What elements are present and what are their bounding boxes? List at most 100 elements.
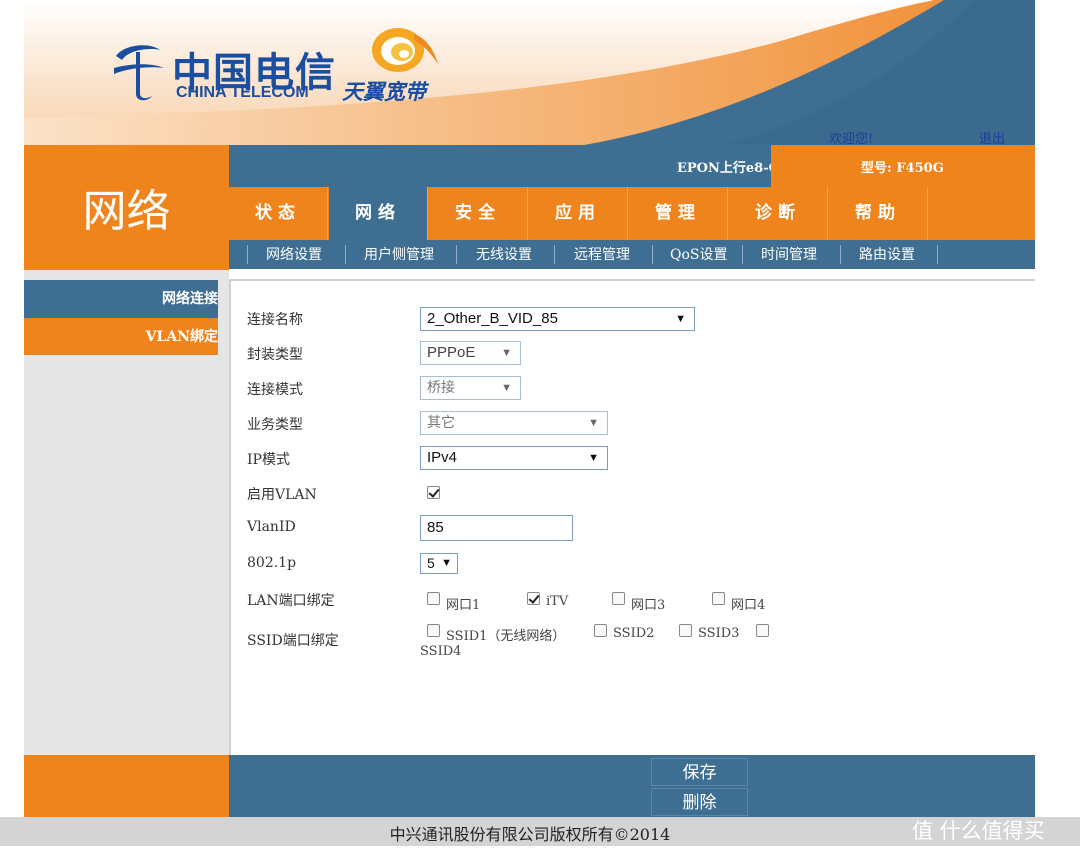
chevron-down-icon: ▼ — [501, 347, 512, 359]
model-bar: 型号: F450G — [771, 145, 1035, 187]
main-tabs: 状态 网络 安全 应用 管理 诊断 帮助 — [229, 187, 1035, 240]
ip-mode-value: IPv4 — [427, 449, 458, 466]
subnav-divider — [456, 245, 457, 264]
subnav-user-side[interactable]: 用户侧管理 — [364, 240, 434, 269]
dot1p-value: 5 — [427, 555, 435, 571]
dot1p-select[interactable]: 5 ▼ — [420, 553, 458, 574]
encap-label: 封装类型 — [247, 347, 303, 363]
vlan-enable-checkbox[interactable] — [427, 486, 440, 499]
tab-diagnosis-label: 诊断 — [755, 203, 801, 223]
chevron-down-icon: ▼ — [588, 417, 599, 429]
tab-help[interactable]: 帮助 — [829, 187, 928, 240]
ssid1-checkbox[interactable] — [427, 624, 440, 637]
lan-itv-label: iTV — [546, 594, 569, 609]
subnav-routing[interactable]: 路由设置 — [859, 240, 915, 269]
section-title: 网络 — [82, 186, 171, 237]
conn-mode-label: 连接模式 — [247, 382, 303, 398]
conn-name-select[interactable]: 2_Other_B_VID_85 ▼ — [420, 307, 695, 331]
lan-port1-label: 网口1 — [446, 598, 481, 613]
leftnav-vlan-binding-label: VLAN绑定 — [145, 329, 218, 345]
tab-application-label: 应用 — [555, 203, 601, 223]
watermark: 值 什么值得买 — [912, 819, 1045, 843]
ssid1-label: SSID1（无线网络） — [446, 629, 566, 644]
tab-security[interactable]: 安全 — [429, 187, 528, 240]
service-label: 业务类型 — [247, 417, 303, 433]
ssid2-checkbox[interactable] — [594, 624, 607, 637]
tab-status-label: 状态 — [255, 203, 301, 223]
encap-select[interactable]: PPPoE ▼ — [420, 341, 521, 365]
service-value: 其它 — [427, 415, 455, 431]
leftnav-vlan-binding[interactable]: VLAN绑定 — [24, 318, 218, 355]
header-banner: 中国电信 CHINA TELECOM 天翼宽带 — [24, 0, 1035, 145]
ssid4-label: SSID4 — [420, 644, 462, 659]
save-button[interactable]: 保存 — [651, 758, 748, 786]
conn-name-label: 连接名称 — [247, 312, 303, 328]
tianyi-logo: 天翼宽带 — [342, 24, 462, 106]
lan-port3-label: 网口3 — [631, 598, 666, 613]
tab-management-label: 管理 — [655, 203, 701, 223]
vlan-id-label: VlanID — [247, 519, 296, 535]
vlan-enable-label: 启用VLAN — [247, 487, 317, 503]
chevron-down-icon: ▼ — [588, 452, 599, 464]
section-title-block: 网络 — [24, 145, 229, 270]
sub-brand: 天翼宽带 — [342, 80, 426, 104]
telecom-e-icon — [114, 45, 164, 101]
service-select[interactable]: 其它 ▼ — [420, 411, 608, 435]
ssid4-checkbox[interactable] — [756, 624, 769, 637]
tianyi-swirl-icon — [372, 28, 438, 72]
subnav-network-settings[interactable]: 网络设置 — [266, 240, 322, 269]
subnav-divider — [554, 245, 555, 264]
subnav-time[interactable]: 时间管理 — [761, 240, 817, 269]
chevron-down-icon: ▼ — [675, 313, 686, 325]
subnav-divider — [742, 245, 743, 264]
subnav-divider — [652, 245, 653, 264]
leftnav-network-connection-label: 网络连接 — [162, 291, 218, 307]
chevron-down-icon: ▼ — [501, 382, 512, 394]
brand-en: CHINA TELECOM — [176, 84, 309, 101]
lan-bind-label: LAN端口绑定 — [247, 593, 335, 609]
ssid3-label: SSID3 — [698, 626, 740, 641]
subnav-divider — [937, 245, 938, 264]
tab-help-label: 帮助 — [855, 203, 901, 223]
conn-mode-select[interactable]: 桥接 ▼ — [420, 376, 521, 400]
tab-network-label: 网络 — [355, 203, 401, 223]
subnav-divider — [345, 245, 346, 264]
tab-management[interactable]: 管理 — [629, 187, 728, 240]
encap-value: PPPoE — [427, 344, 476, 361]
subnav-divider — [840, 245, 841, 264]
subnav-qos[interactable]: QoS设置 — [670, 240, 728, 269]
copyright-text: 中兴通讯股份有限公司版权所有©2014 — [389, 825, 671, 844]
lan-itv-checkbox[interactable] — [527, 592, 540, 605]
subnav-divider — [247, 245, 248, 264]
lan-port3-checkbox[interactable] — [612, 592, 625, 605]
tab-network[interactable]: 网络 — [329, 187, 428, 240]
delete-button[interactable]: 删除 — [651, 788, 748, 816]
copyright-bar: 中兴通讯股份有限公司版权所有©2014 值 什么值得买 — [0, 817, 1080, 846]
ssid3-checkbox[interactable] — [679, 624, 692, 637]
tab-application[interactable]: 应用 — [529, 187, 628, 240]
dot1p-label: 802.1p — [247, 555, 297, 571]
device-type: EPON上行e8-C — [677, 161, 779, 176]
lan-port4-checkbox[interactable] — [712, 592, 725, 605]
leftnav-network-connection[interactable]: 网络连接 — [24, 280, 218, 318]
ip-mode-label: IP模式 — [247, 452, 290, 468]
form-panel — [229, 279, 1035, 757]
lan-port1-checkbox[interactable] — [427, 592, 440, 605]
device-model: 型号: F450G — [861, 161, 944, 176]
ip-mode-select[interactable]: IPv4 ▼ — [420, 446, 608, 470]
tab-status[interactable]: 状态 — [229, 187, 328, 240]
tab-security-label: 安全 — [455, 203, 501, 223]
ssid-bind-label: SSID端口绑定 — [247, 633, 339, 649]
chevron-down-icon: ▼ — [441, 557, 452, 569]
vlan-id-value: 85 — [427, 519, 444, 536]
lan-port4-label: 网口4 — [731, 598, 766, 613]
tab-diagnosis[interactable]: 诊断 — [729, 187, 828, 240]
conn-mode-value: 桥接 — [427, 380, 455, 396]
conn-name-value: 2_Other_B_VID_85 — [427, 310, 558, 327]
subnav-wireless[interactable]: 无线设置 — [476, 240, 532, 269]
subnav-remote[interactable]: 远程管理 — [574, 240, 630, 269]
ssid2-label: SSID2 — [613, 626, 655, 641]
footer-left-block — [24, 755, 229, 817]
vlan-id-input[interactable]: 85 — [420, 515, 573, 541]
sub-nav: 网络设置 用户侧管理 无线设置 远程管理 QoS设置 时间管理 路由设置 — [229, 240, 1035, 269]
